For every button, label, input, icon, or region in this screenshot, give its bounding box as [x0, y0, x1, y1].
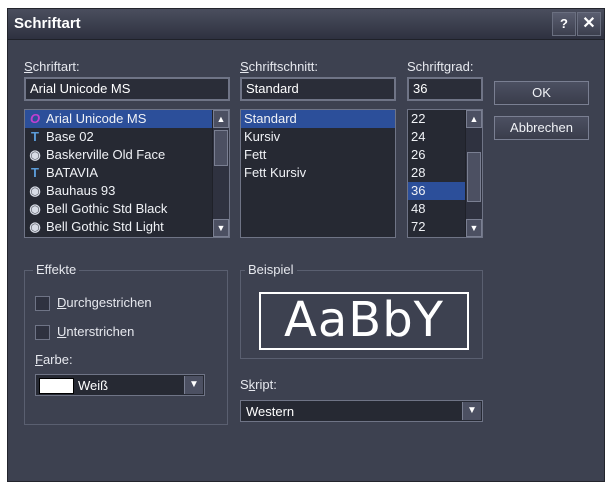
effects-group: Effekte Durchgestrichen Unterstrichen Fa… [24, 262, 228, 425]
truetype-font-icon: T [31, 165, 39, 180]
size-list-item[interactable]: 72 [408, 218, 466, 236]
scroll-up-icon[interactable]: ▲ [466, 110, 482, 128]
underline-checkbox[interactable] [35, 325, 50, 340]
size-list-item[interactable]: 36 [408, 182, 466, 200]
font-list-item-label: Base 02 [46, 129, 94, 144]
style-list-item[interactable]: Standard [241, 110, 395, 128]
style-label-rest: chriftschnitt: [248, 59, 319, 74]
font-list-item[interactable]: T BATAVIA [25, 164, 213, 182]
font-list-item[interactable]: ◉ Bauhaus 93 [25, 182, 213, 200]
color-select-value: Weiß [78, 378, 109, 393]
font-label-rest: chriftart: [32, 59, 80, 74]
font-label: Schriftart: [24, 59, 80, 74]
scrollbar-thumb[interactable] [214, 130, 228, 166]
font-list-item[interactable]: ◉ Bell Gothic Std Light [25, 218, 213, 236]
font-list-item-label: Baskerville Old Face [46, 147, 166, 162]
strikethrough-checkbox[interactable] [35, 296, 50, 311]
font-list-item-label: Bell Gothic Std Black [46, 201, 168, 216]
font-list-item-label: Arial Unicode MS [46, 111, 147, 126]
scroll-down-icon[interactable]: ▼ [466, 219, 482, 237]
size-label: Schriftgrad: [407, 59, 474, 74]
strikethrough-label[interactable]: Durchgestrichen [57, 295, 152, 310]
font-dialog: Schriftart ? ✕ Schriftart: Arial Unicode… [7, 8, 605, 482]
sample-group-title: Beispiel [245, 262, 297, 277]
ok-button[interactable]: OK [494, 81, 589, 105]
size-list-item[interactable]: 26 [408, 146, 466, 164]
color-swatch [39, 378, 74, 394]
chevron-down-icon[interactable]: ▼ [462, 402, 481, 420]
cancel-button[interactable]: Abbrechen [494, 116, 589, 140]
system-font-icon: ◉ [29, 201, 41, 216]
underline-label[interactable]: Unterstrichen [57, 324, 134, 339]
style-list[interactable]: Standard Kursiv Fett Fett Kursiv [240, 109, 396, 238]
truetype-font-icon: T [31, 129, 39, 144]
font-list-item-label: BATAVIA [46, 165, 99, 180]
size-list-scrollbar[interactable]: ▲ ▼ [465, 110, 482, 237]
script-select-value: Western [246, 404, 295, 419]
close-button[interactable]: ✕ [577, 12, 601, 36]
style-list-item[interactable]: Fett [241, 146, 395, 164]
style-label: Schriftschnitt: [240, 59, 319, 74]
color-select[interactable]: Weiß ▼ [35, 374, 205, 396]
scrollbar-thumb[interactable] [467, 152, 481, 202]
font-list-item[interactable]: O Arial Unicode MS [25, 110, 213, 128]
font-name-input[interactable]: Arial Unicode MS [24, 77, 230, 101]
effects-group-title: Effekte [33, 262, 80, 277]
font-list-item-label: Bauhaus 93 [46, 183, 116, 198]
size-list[interactable]: 22 24 26 28 36 48 72 ▲ ▼ [407, 109, 483, 238]
sample-group: Beispiel AaBbY [240, 262, 483, 359]
font-list-item-label: Bell Gothic Std Light [46, 219, 164, 234]
chevron-down-icon[interactable]: ▼ [184, 376, 203, 394]
window-title: Schriftart [14, 15, 81, 32]
font-list-item[interactable]: ◉ Bell Gothic Std Black [25, 200, 213, 218]
font-list-scrollbar[interactable]: ▲ ▼ [212, 110, 229, 237]
opentype-font-icon: O [29, 111, 41, 126]
font-list[interactable]: O Arial Unicode MS T Base 02 ◉ Baskerville Ol… [24, 109, 230, 238]
style-list-item[interactable]: Fett Kursiv [241, 164, 395, 182]
script-label: Skript: [240, 377, 277, 392]
sample-preview: AaBbY [259, 292, 469, 350]
style-list-item[interactable]: Kursiv [241, 128, 395, 146]
size-list-item[interactable]: 48 [408, 200, 466, 218]
system-font-icon: ◉ [29, 183, 41, 198]
size-list-item[interactable]: 24 [408, 128, 466, 146]
script-select[interactable]: Western ▼ [240, 400, 483, 422]
help-button[interactable]: ? [552, 12, 576, 36]
system-font-icon: ◉ [29, 147, 41, 162]
system-font-icon: ◉ [29, 219, 41, 234]
size-list-item[interactable]: 22 [408, 110, 466, 128]
scroll-down-icon[interactable]: ▼ [213, 219, 229, 237]
size-list-item[interactable]: 28 [408, 164, 466, 182]
style-input[interactable]: Standard [240, 77, 396, 101]
scroll-up-icon[interactable]: ▲ [213, 110, 229, 128]
color-label: Farbe: [35, 352, 73, 367]
font-list-item[interactable]: ◉ Baskerville Old Face [25, 146, 213, 164]
title-bar[interactable]: Schriftart ? ✕ [8, 9, 604, 40]
size-input[interactable]: 36 [407, 77, 483, 101]
font-list-item[interactable]: T Base 02 [25, 128, 213, 146]
